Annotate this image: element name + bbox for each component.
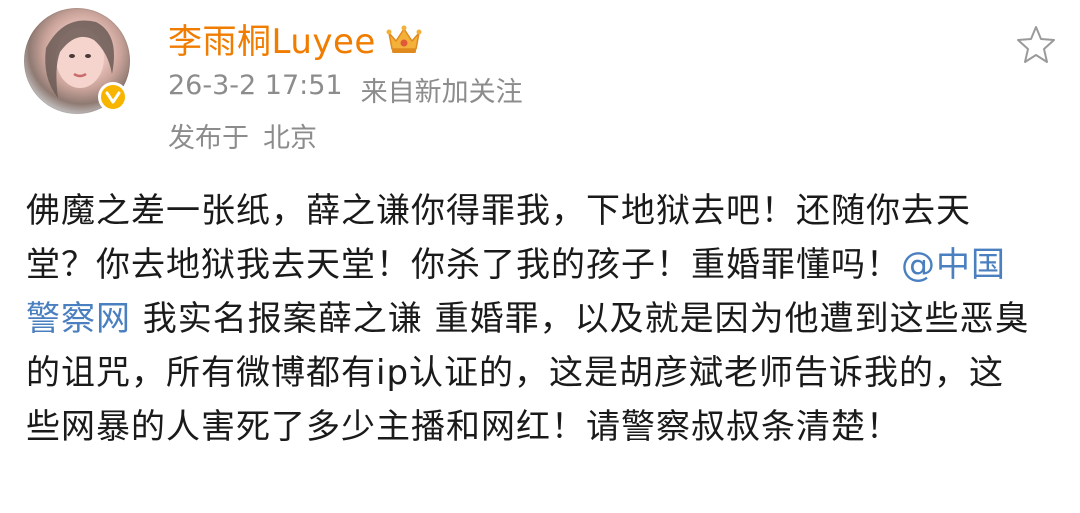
- post-timestamp: 26-3-2 17:51: [168, 70, 343, 101]
- avatar-container[interactable]: [24, 8, 130, 114]
- username-link[interactable]: 李雨桐Luyee: [168, 14, 376, 63]
- verified-badge-icon: [98, 82, 128, 112]
- weibo-post: 李雨桐Luyee 26-3-2 17:51 来自新加关注 发布于 北京 佛魔之差…: [0, 0, 1080, 513]
- location-prefix: 发布于: [168, 123, 249, 154]
- crown-icon: [386, 25, 422, 53]
- post-body-text-2: 我实名报案薛之谦 重婚罪，以及就是因为他遭到这些恶臭的诅咒，所有微博都有ip认证…: [26, 299, 1030, 447]
- post-body-text-1: 佛魔之差一张纸，薛之谦你得罪我，下地狱去吧！还随你去天堂？你去地狱我去天堂！你杀…: [26, 191, 971, 285]
- post-body: 佛魔之差一张纸，薛之谦你得罪我，下地狱去吧！还随你去天堂？你去地狱我去天堂！你杀…: [26, 184, 1036, 454]
- star-icon[interactable]: [1016, 24, 1056, 64]
- post-location: 发布于 北京: [168, 116, 317, 155]
- post-source: 来自新加关注: [360, 77, 523, 108]
- username-row: 李雨桐Luyee: [168, 14, 422, 63]
- post-meta: 26-3-2 17:51 来自新加关注: [168, 70, 523, 109]
- location-name: 北京: [263, 123, 317, 154]
